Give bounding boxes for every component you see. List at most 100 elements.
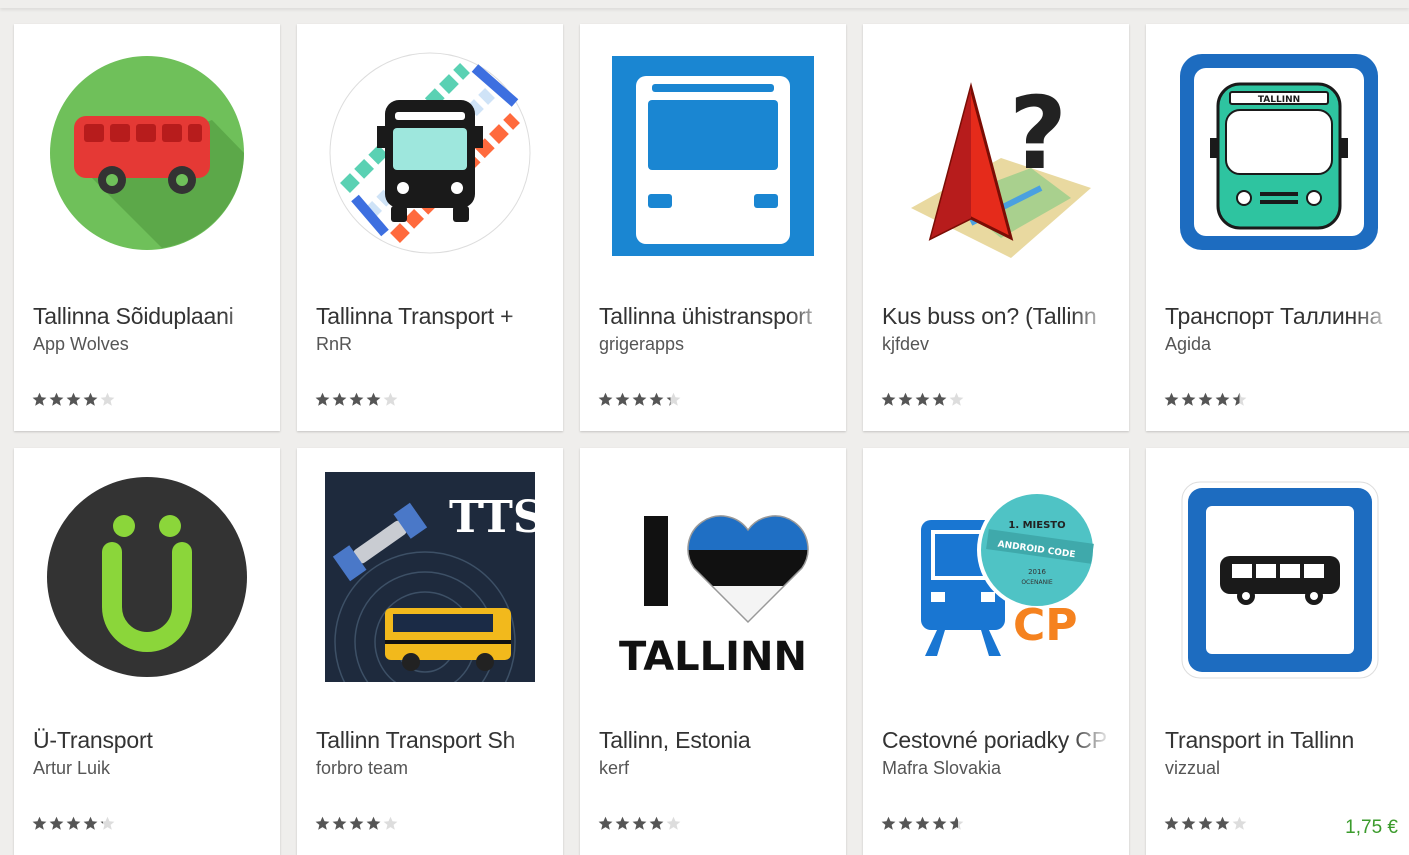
star-icon bbox=[1181, 816, 1196, 831]
star-rating bbox=[32, 816, 115, 836]
app-developer[interactable]: grigerapps bbox=[599, 334, 684, 355]
bus-front-icon[interactable] bbox=[325, 48, 535, 258]
star-icon bbox=[666, 816, 681, 831]
app-card[interactable]: TALLINN Транспорт Таллинна Agida bbox=[1146, 24, 1409, 431]
badge-top-text: 1. MIESTO bbox=[1008, 520, 1065, 531]
app-developer[interactable]: vizzual bbox=[1165, 758, 1220, 779]
star-icon bbox=[1215, 816, 1230, 831]
star-icon bbox=[66, 816, 81, 831]
app-title[interactable]: Transport in Tallinn bbox=[1165, 727, 1395, 754]
star-icon bbox=[66, 392, 81, 407]
bus-sign-icon[interactable] bbox=[1174, 472, 1384, 682]
red-bus-icon[interactable] bbox=[42, 48, 252, 258]
u-letter-icon[interactable] bbox=[42, 472, 252, 682]
blue-bus-front-icon[interactable] bbox=[608, 48, 818, 258]
app-card[interactable]: Tallinna Transport + RnR bbox=[297, 24, 563, 431]
i-love-tallinn-icon[interactable]: TALLINN bbox=[608, 472, 818, 682]
app-developer[interactable]: kjfdev bbox=[882, 334, 929, 355]
star-rating bbox=[598, 816, 681, 836]
star-icon bbox=[949, 392, 964, 407]
star-icon bbox=[666, 392, 681, 407]
app-developer[interactable]: Mafra Slovakia bbox=[882, 758, 1001, 779]
svg-text:?: ? bbox=[1009, 75, 1067, 192]
star-rating bbox=[315, 816, 398, 836]
star-icon bbox=[332, 816, 347, 831]
app-developer[interactable]: App Wolves bbox=[33, 334, 129, 355]
map-question-icon[interactable]: ? bbox=[891, 48, 1101, 258]
app-card[interactable]: 1. MIESTO ANDROID CODE 2016 OCENANIE CP … bbox=[863, 448, 1129, 855]
star-icon bbox=[898, 816, 913, 831]
app-developer[interactable]: RnR bbox=[316, 334, 352, 355]
star-icon bbox=[649, 392, 664, 407]
app-card[interactable]: TTS Tallinn Transport Sh forbro team bbox=[297, 448, 563, 855]
star-icon bbox=[1232, 816, 1247, 831]
star-icon bbox=[1232, 392, 1247, 407]
star-icon bbox=[49, 816, 64, 831]
app-card[interactable]: TALLINN Tallinn, Estonia kerf bbox=[580, 448, 846, 855]
star-icon bbox=[83, 392, 98, 407]
star-icon bbox=[915, 392, 930, 407]
price-label[interactable]: 1,75 € bbox=[1345, 817, 1398, 839]
star-icon bbox=[632, 392, 647, 407]
app-title[interactable]: Tallinn, Estonia bbox=[599, 727, 829, 754]
star-icon bbox=[1164, 392, 1179, 407]
train-cp-icon[interactable]: 1. MIESTO ANDROID CODE 2016 OCENANIE CP bbox=[891, 472, 1101, 682]
star-icon bbox=[932, 392, 947, 407]
star-icon bbox=[881, 392, 896, 407]
app-developer[interactable]: forbro team bbox=[316, 758, 408, 779]
star-icon bbox=[49, 392, 64, 407]
app-title[interactable]: Tallinna Transport + bbox=[316, 303, 546, 330]
app-title[interactable]: Ü-Transport bbox=[33, 727, 263, 754]
app-title[interactable]: Kus buss on? (Tallinn bbox=[882, 303, 1112, 330]
star-icon bbox=[366, 392, 381, 407]
tallinn-sign-text: TALLINN bbox=[1258, 95, 1300, 105]
star-icon bbox=[615, 392, 630, 407]
tts-text: TTS bbox=[449, 492, 535, 543]
star-icon bbox=[1164, 816, 1179, 831]
star-rating bbox=[315, 392, 398, 412]
app-card[interactable]: ? Kus buss on? (Tallinn kjfdev bbox=[863, 24, 1129, 431]
star-icon bbox=[349, 816, 364, 831]
app-title[interactable]: Tallinna ühistransport bbox=[599, 303, 829, 330]
star-icon bbox=[100, 816, 115, 831]
star-icon bbox=[32, 392, 47, 407]
tallinn-bus-icon[interactable]: TALLINN bbox=[1174, 48, 1384, 258]
star-icon bbox=[615, 816, 630, 831]
star-icon bbox=[1181, 392, 1196, 407]
star-icon bbox=[881, 816, 896, 831]
app-card[interactable]: Transport in Tallinn vizzual 1,75 € bbox=[1146, 448, 1409, 855]
app-card[interactable]: Tallinna Sõiduplaani App Wolves bbox=[14, 24, 280, 431]
star-icon bbox=[366, 816, 381, 831]
star-icon bbox=[32, 816, 47, 831]
tts-satellite-bus-icon[interactable]: TTS bbox=[325, 472, 535, 682]
star-icon bbox=[632, 816, 647, 831]
star-icon bbox=[598, 816, 613, 831]
tallinn-word: TALLINN bbox=[619, 634, 807, 680]
i-letter bbox=[644, 516, 668, 606]
app-card[interactable]: Ü-Transport Artur Luik bbox=[14, 448, 280, 855]
cp-text: CP bbox=[1013, 600, 1078, 651]
star-icon bbox=[332, 392, 347, 407]
star-icon bbox=[932, 816, 947, 831]
star-icon bbox=[100, 392, 115, 407]
star-icon bbox=[649, 816, 664, 831]
star-rating bbox=[32, 392, 115, 412]
app-title[interactable]: Транспорт Таллинна bbox=[1165, 303, 1395, 330]
star-icon bbox=[1215, 392, 1230, 407]
app-developer[interactable]: kerf bbox=[599, 758, 629, 779]
star-rating bbox=[598, 392, 681, 412]
app-card[interactable]: Tallinna ühistransport grigerapps bbox=[580, 24, 846, 431]
star-icon bbox=[949, 816, 964, 831]
star-icon bbox=[1198, 816, 1213, 831]
app-developer[interactable]: Agida bbox=[1165, 334, 1211, 355]
star-icon bbox=[383, 816, 398, 831]
app-title[interactable]: Tallinn Transport Sh bbox=[316, 727, 546, 754]
app-title[interactable]: Tallinna Sõiduplaani bbox=[33, 303, 263, 330]
star-icon bbox=[349, 392, 364, 407]
star-icon bbox=[898, 392, 913, 407]
star-rating bbox=[881, 816, 964, 836]
app-developer[interactable]: Artur Luik bbox=[33, 758, 110, 779]
star-icon bbox=[1198, 392, 1213, 407]
badge-year-text: 2016 bbox=[1028, 568, 1046, 576]
app-title[interactable]: Cestovné poriadky CP bbox=[882, 727, 1112, 754]
